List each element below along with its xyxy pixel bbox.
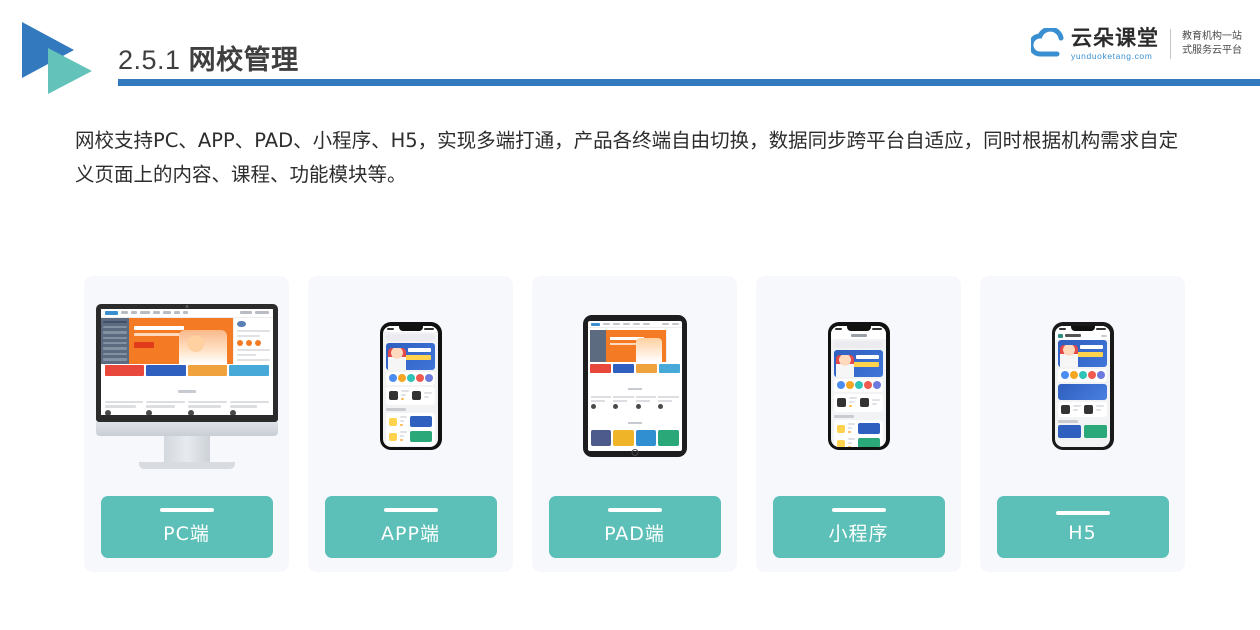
device-label-app[interactable]: APP端: [324, 496, 497, 558]
monitor-chin: [95, 421, 278, 436]
device-preview-pc: [84, 276, 289, 496]
home-button-icon: [631, 449, 638, 456]
brand-tagline-line1: 教育机构一站: [1182, 30, 1242, 42]
label-accent-bar: [1055, 510, 1110, 515]
device-card-pc[interactable]: PC端: [84, 276, 289, 572]
device-label-pad[interactable]: PAD端: [548, 496, 721, 558]
smartphone-icon: [379, 322, 442, 450]
device-preview-miniprogram: [756, 276, 961, 496]
phone-notch: [398, 325, 423, 331]
monitor-stand: [163, 435, 210, 462]
brand-name-en: yunduoketang.com: [1071, 51, 1153, 61]
monitor-base: [138, 461, 235, 469]
device-label-text: 小程序: [828, 523, 889, 545]
slide-root: 2.5.1 网校管理 云朵课堂 yunduoketang.com 教育机构一站 …: [0, 0, 1260, 630]
device-card-app[interactable]: APP端: [308, 276, 513, 572]
double-triangle-play-icon: [22, 22, 104, 94]
device-card-miniprogram[interactable]: 小程序: [756, 276, 961, 572]
label-accent-bar: [831, 508, 886, 512]
phone-notch: [1070, 325, 1095, 331]
device-preview-app: [308, 276, 513, 496]
section-title: 网校管理: [188, 45, 299, 75]
brand-tagline-line2: 式服务云平台: [1182, 45, 1242, 57]
device-preview-pad: [532, 276, 737, 496]
phone-notch: [846, 325, 871, 331]
brand-name-cn: 云朵课堂: [1071, 26, 1159, 50]
device-card-h5[interactable]: H5: [980, 276, 1185, 572]
device-preview-h5: [980, 276, 1185, 496]
label-accent-bar: [159, 508, 214, 512]
label-accent-bar: [607, 508, 662, 512]
smartphone-icon: [827, 322, 890, 450]
smartphone-icon: [1051, 322, 1114, 450]
imac-icon: [95, 303, 278, 469]
triangle-teal-shape: [48, 48, 92, 94]
brand-divider: [1170, 29, 1171, 60]
device-label-text: PAD端: [604, 523, 665, 545]
cloud-icon: [1028, 26, 1067, 60]
brand-logo: 云朵课堂 yunduoketang.com 教育机构一站 式服务云平台: [1028, 26, 1242, 61]
device-label-text: PC端: [163, 523, 210, 545]
label-accent-bar: [383, 508, 438, 512]
device-card-list: PC端 APP端 PAD端 小程序 H5: [84, 276, 1188, 572]
device-label-h5[interactable]: H5: [996, 496, 1169, 558]
title-underline-rule: [118, 79, 1260, 86]
device-card-pad[interactable]: PAD端: [532, 276, 737, 572]
device-label-miniprogram[interactable]: 小程序: [772, 496, 945, 558]
brand-tagline: 教育机构一站 式服务云平台: [1182, 30, 1242, 59]
tablet-icon: [582, 315, 687, 457]
device-label-pc[interactable]: PC端: [100, 496, 273, 558]
section-number: 2.5.1: [118, 45, 181, 75]
page-title: 2.5.1 网校管理: [118, 38, 299, 77]
body-paragraph: 网校支持PC、APP、PAD、小程序、H5，实现多端打通，产品各终端自由切换，数…: [75, 129, 1179, 186]
device-label-text: APP端: [381, 523, 440, 545]
device-label-text: H5: [1068, 521, 1097, 544]
